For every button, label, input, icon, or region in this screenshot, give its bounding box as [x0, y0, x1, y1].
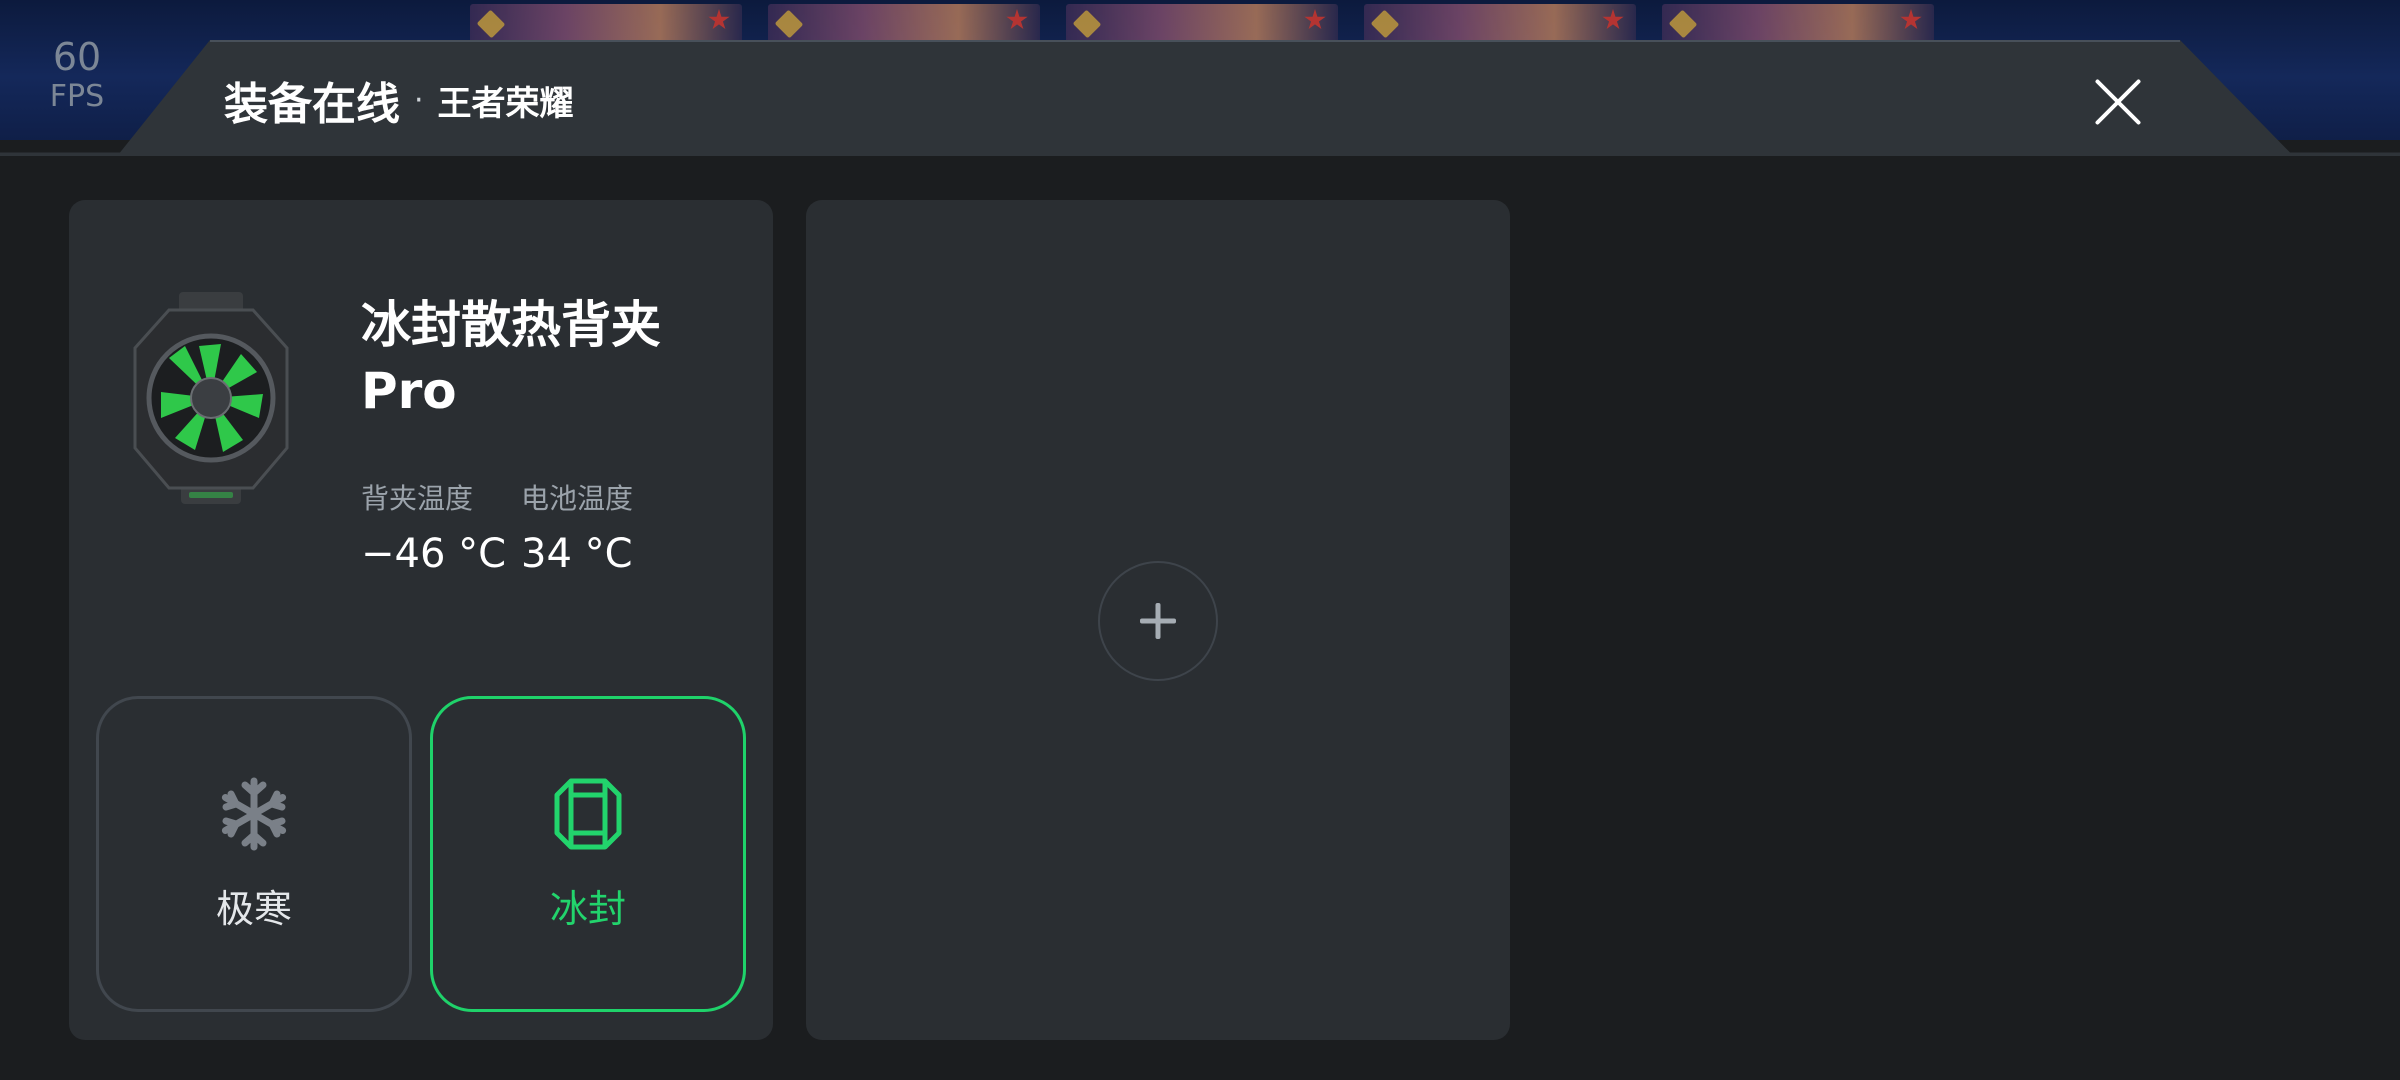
snowflake-icon: [221, 777, 287, 851]
game-name: 王者荣耀: [437, 83, 574, 124]
header-divider: [210, 40, 2180, 42]
page-title: 装备在线 · 王者荣耀: [224, 74, 574, 130]
add-device-card: [806, 200, 1510, 1040]
stat-value: 34 °C: [521, 531, 633, 577]
stat-label: 背夹温度: [361, 482, 474, 515]
close-icon[interactable]: [2086, 70, 2150, 134]
hero-thumbnail: [1066, 4, 1338, 44]
fps-counter: 60 FPS: [22, 38, 132, 112]
device-name: 冰封散热背夹 Pro: [361, 296, 661, 420]
title-separator: ·: [414, 82, 424, 118]
cooler-device-image: [133, 292, 289, 504]
clip-temperature: 背夹温度 −46 °C: [361, 482, 506, 576]
mode-button-extreme-cold[interactable]: 极寒: [96, 696, 412, 1012]
mode-label: 冰封: [549, 887, 626, 931]
hero-thumbnail: [1364, 4, 1636, 44]
device-card: 冰封散热背夹 Pro 背夹温度 −46 °C 电池温度 34 °C 极寒 冰封: [69, 200, 773, 1040]
mode-button-ice-seal[interactable]: 冰封: [430, 696, 746, 1012]
equipment-overlay: 60 FPS 装备在线 · 王者荣耀 冰封散热背夹 Pro 背夹温度 −46 °…: [0, 0, 2400, 1080]
hero-thumbnail: [768, 4, 1040, 44]
octagon-frame-icon: [554, 778, 622, 850]
battery-temperature: 电池温度 34 °C: [521, 482, 633, 576]
stat-label: 电池温度: [521, 482, 634, 515]
title-main: 装备在线: [224, 79, 400, 130]
hero-thumbnail: [1662, 4, 1934, 44]
hero-thumbnail: [470, 4, 742, 44]
fps-value: 60: [52, 35, 102, 79]
stat-value: −46 °C: [361, 531, 507, 577]
fps-unit: FPS: [49, 79, 105, 114]
plus-icon[interactable]: [1098, 561, 1218, 681]
mode-label: 极寒: [215, 887, 292, 931]
